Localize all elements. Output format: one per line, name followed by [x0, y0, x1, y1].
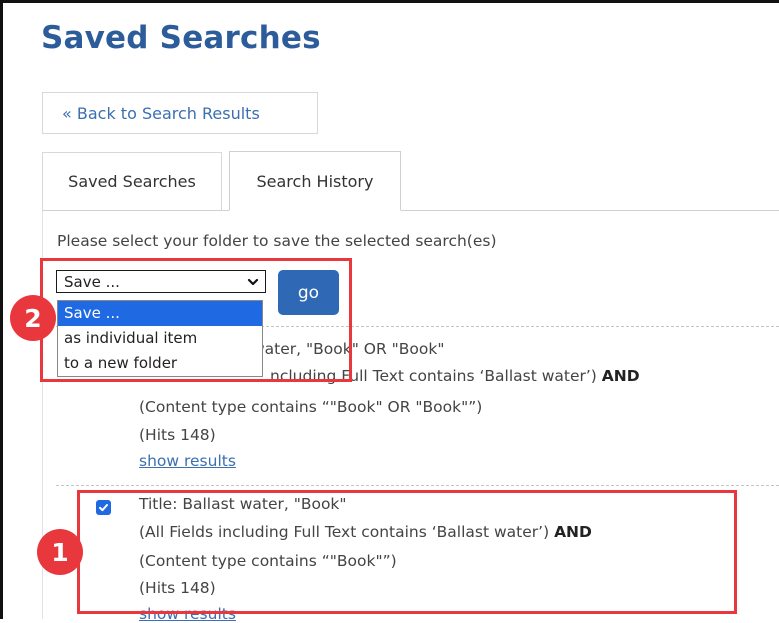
- folder-instruction: Please select your folder to save the se…: [57, 232, 497, 250]
- callout-box-2: [40, 258, 352, 382]
- tab-search-history-label: Search History: [256, 171, 374, 191]
- search-1-content-type: (Content type contains “"Book" OR "Book"…: [139, 398, 483, 416]
- search-1-hits: (Hits 148): [139, 426, 216, 444]
- row-divider: [56, 485, 779, 486]
- tab-saved-searches[interactable]: Saved Searches: [42, 152, 222, 210]
- tab-saved-searches-label: Saved Searches: [68, 172, 196, 191]
- back-to-results-button[interactable]: « Back to Search Results: [42, 92, 318, 134]
- tab-search-history[interactable]: Search History: [229, 151, 401, 211]
- callout-badge-1: 1: [37, 529, 83, 575]
- callout-box-1: [77, 490, 737, 614]
- callout-badge-2: 2: [10, 295, 56, 341]
- search-1-show-results-link[interactable]: show results: [139, 452, 236, 470]
- page-title: Saved Searches: [41, 20, 321, 56]
- search-1-and: AND: [601, 367, 640, 385]
